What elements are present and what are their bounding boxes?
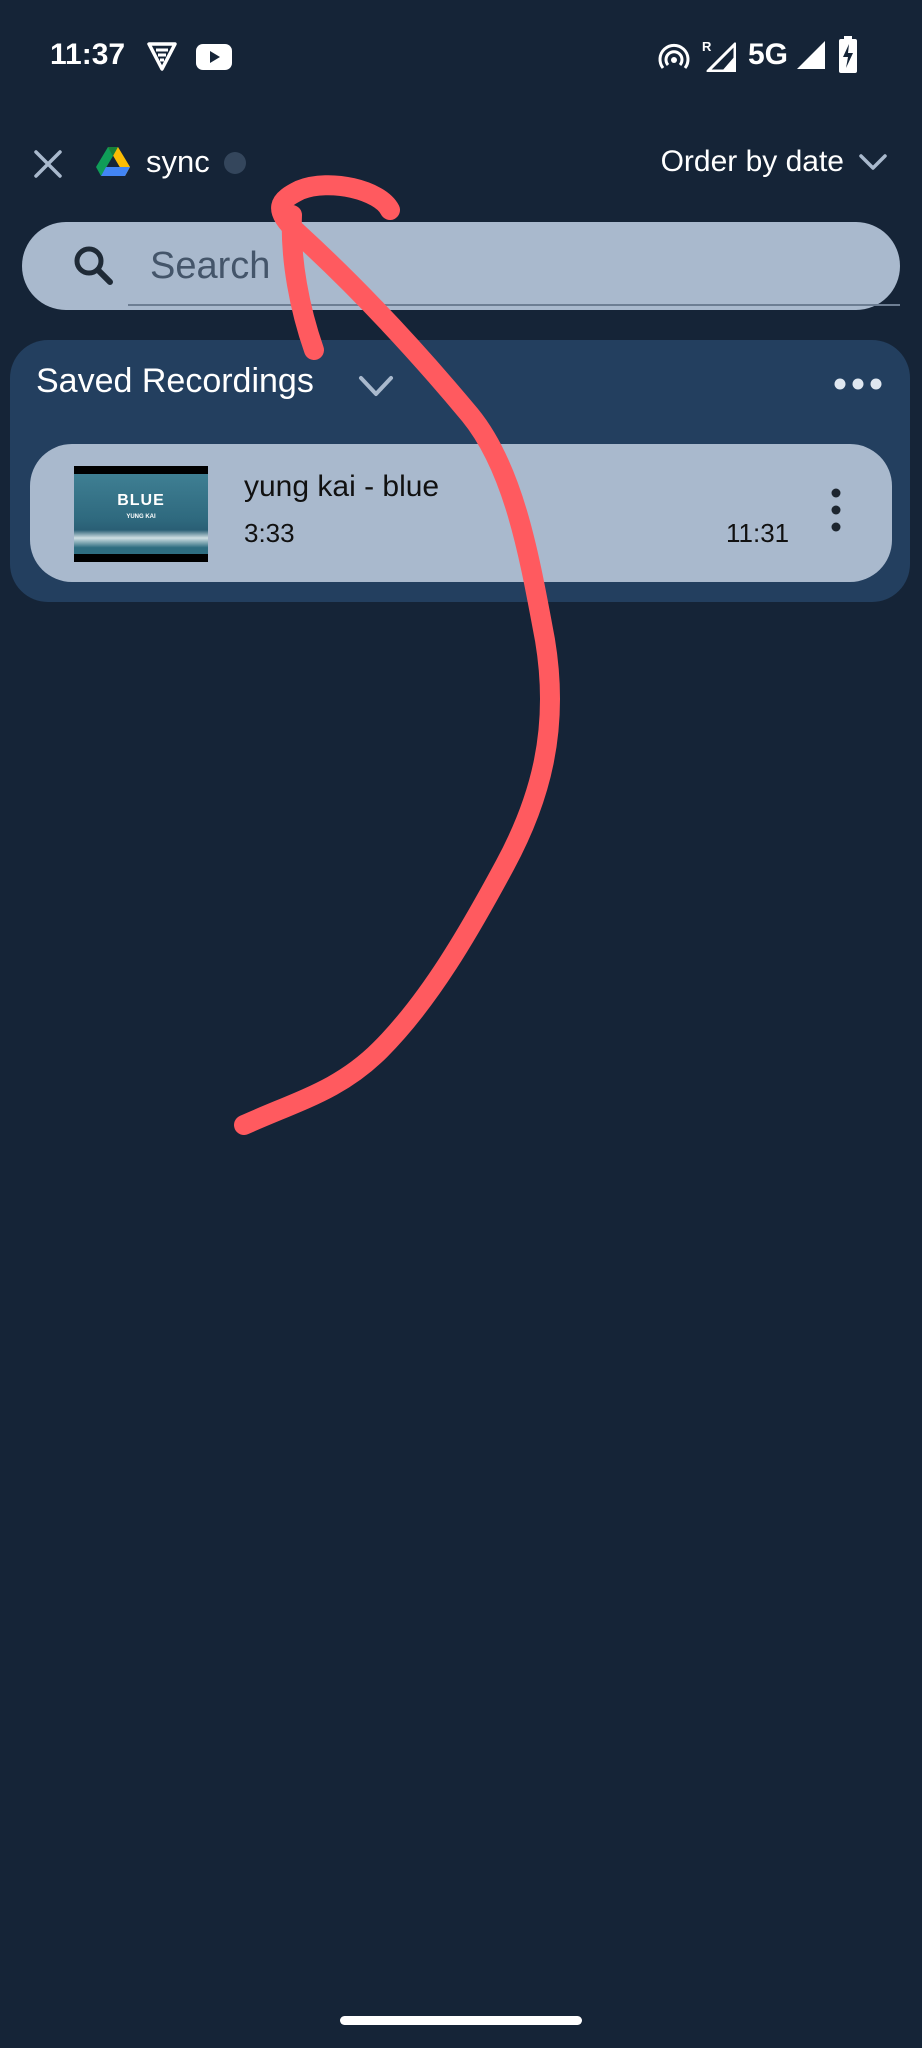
chevron-down-icon[interactable]	[356, 372, 396, 402]
svg-text:R: R	[702, 40, 712, 54]
source-label[interactable]: sync	[146, 144, 210, 180]
google-drive-icon	[96, 147, 130, 176]
roaming-signal-icon: R	[702, 40, 736, 72]
recording-duration: 3:33	[244, 518, 295, 548]
search-icon	[74, 246, 113, 285]
recording-item[interactable]: BLUE YUNG KAI yung kai - blue 3:33 11:31	[30, 444, 892, 582]
recording-thumbnail: BLUE YUNG KAI	[74, 466, 208, 562]
network-type: 5G	[748, 38, 789, 71]
hotspot-icon	[658, 43, 690, 69]
search-underline	[128, 304, 900, 306]
battery-charging-icon	[839, 36, 857, 73]
thumbnail-title: BLUE	[117, 492, 165, 509]
thumbnail-subtitle: YUNG KAI	[126, 514, 156, 520]
close-icon[interactable]	[28, 144, 68, 184]
search-input[interactable]	[148, 236, 892, 296]
more-vertical-icon[interactable]	[830, 488, 842, 532]
vpn-icon	[147, 42, 177, 71]
signal-icon	[797, 41, 825, 69]
status-time: 11:37	[50, 38, 126, 71]
search-bar[interactable]	[22, 222, 900, 310]
recording-time: 11:31	[726, 518, 790, 548]
recording-title: yung kai - blue	[244, 470, 440, 503]
status-bar: 11:37 R 5G	[0, 0, 922, 116]
more-horizontal-icon[interactable]	[834, 374, 882, 394]
section-title: Saved Recordings	[36, 362, 314, 400]
home-indicator[interactable]	[340, 2016, 582, 2025]
top-bar: sync Order by date	[0, 130, 922, 194]
sync-status-dot	[224, 152, 246, 174]
saved-recordings-panel: Saved Recordings BLUE YUNG KAI yung kai …	[10, 340, 910, 602]
app-screen: 11:37 R 5G sync Order by date Search Sav…	[0, 0, 922, 2048]
order-by-button[interactable]: Order by date	[661, 140, 888, 184]
youtube-icon	[196, 44, 232, 70]
order-by-label: Order by date	[660, 145, 844, 178]
chevron-down-icon	[859, 154, 887, 170]
